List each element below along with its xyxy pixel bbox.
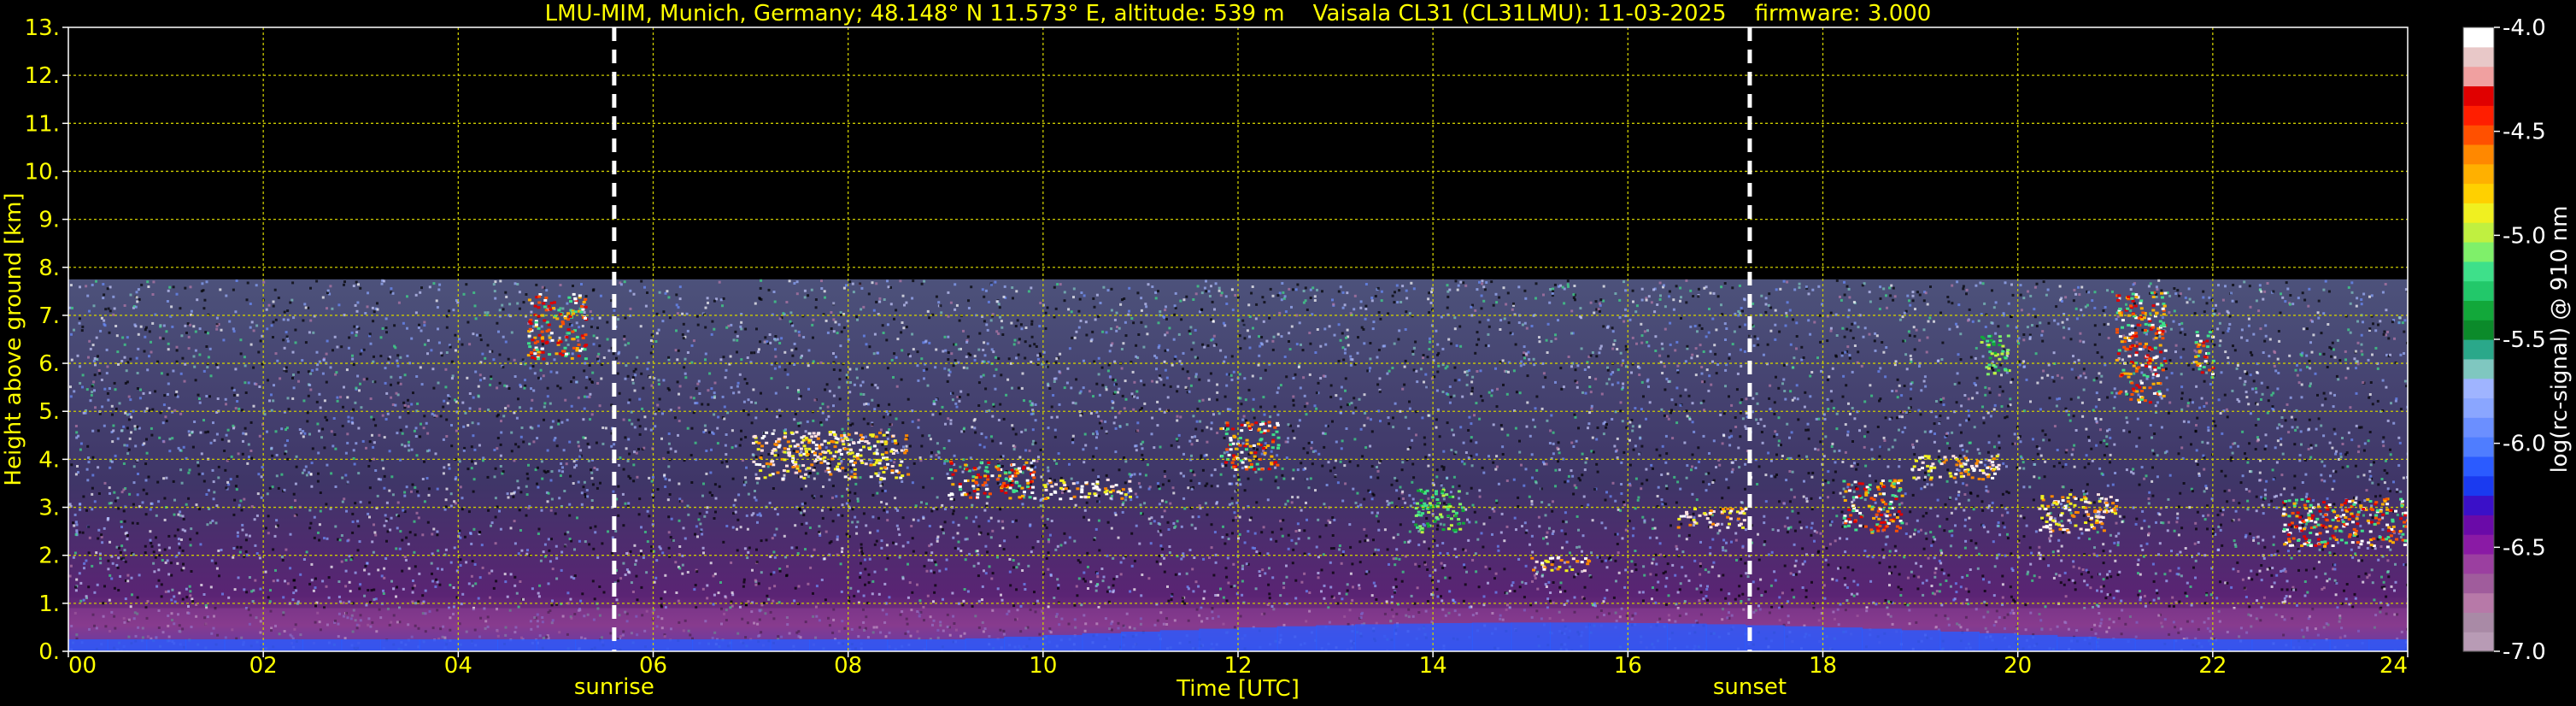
x-tick-label: 12 — [1223, 653, 1252, 679]
colorbar-label: log(rc-signal) @ 910 nm — [2547, 206, 2573, 474]
x-tick-label: 18 — [1809, 653, 1837, 679]
colorbar-tick-label: -7.0 — [2503, 639, 2546, 665]
colorbar-swatch — [2463, 85, 2494, 106]
colorbar-swatch — [2463, 515, 2494, 535]
y-tick-label: 3. — [38, 496, 60, 521]
colorbar-swatch — [2463, 203, 2494, 223]
x-tick-label: 00 — [68, 653, 97, 679]
colorbar-swatch — [2463, 222, 2494, 243]
colorbar-swatch — [2463, 163, 2494, 185]
x-tick-label: 16 — [1614, 653, 1642, 679]
colorbar-swatch — [2463, 592, 2494, 613]
x-tick-label: 10 — [1029, 653, 1057, 679]
y-tick-label: 8. — [38, 256, 60, 281]
y-tick-label: 1. — [38, 591, 60, 617]
colorbar-swatch — [2463, 534, 2494, 555]
colorbar-swatch — [2463, 475, 2494, 497]
y-tick-label: 10. — [25, 159, 60, 185]
colorbar-swatch — [2463, 456, 2494, 477]
colorbar-swatch — [2463, 144, 2494, 165]
colorbar-swatch — [2463, 66, 2494, 87]
colorbar-tick-label: -5.0 — [2503, 223, 2546, 249]
colorbar-tick-label: -5.5 — [2503, 327, 2546, 353]
y-tick-label: 11. — [25, 111, 60, 137]
colorbar-swatch — [2463, 261, 2494, 282]
y-tick-label: 9. — [38, 208, 60, 233]
colorbar-swatches — [2463, 27, 2494, 652]
sunset-label: sunset — [1713, 674, 1787, 700]
colorbar-swatch — [2463, 437, 2494, 457]
y-tick-labels: 0. 1. 2. 3. 4. 5. 6. 7. 8. 9. 10. 11. 12. 13. — [25, 15, 68, 665]
x-tick-label: 04 — [444, 653, 472, 679]
y-tick-label: 2. — [38, 544, 60, 569]
colorbar-tick-label: -6.0 — [2503, 432, 2546, 457]
colorbar-swatch — [2463, 612, 2494, 632]
y-tick-label: 12. — [25, 63, 60, 89]
x-tick-label: 08 — [834, 653, 862, 679]
y-tick-label: 4. — [38, 447, 60, 473]
colorbar-swatch — [2463, 241, 2494, 262]
y-tick-label: 5. — [38, 399, 60, 425]
x-tick-label: 24 — [2379, 653, 2408, 679]
x-tick-label: 22 — [2198, 653, 2227, 679]
x-axis-label: Time [UTC] — [1176, 676, 1300, 702]
y-axis-label: Height above ground [km] — [1, 192, 26, 485]
colorbar-swatch — [2463, 339, 2494, 360]
y-tick-label: 6. — [38, 351, 60, 377]
colorbar-swatch — [2463, 300, 2494, 321]
colorbar-swatch — [2463, 105, 2494, 126]
colorbar-tick-labels: -4.0 -4.5 -5.0 -5.5 -6.0 -6.5 -7.0 — [2494, 15, 2546, 665]
colorbar-swatch — [2463, 280, 2494, 301]
colorbar-swatch — [2463, 27, 2494, 48]
x-tick-label: 02 — [249, 653, 278, 679]
y-tick-label: 13. — [25, 15, 60, 41]
x-tick-label: 20 — [2004, 653, 2032, 679]
colorbar-swatch — [2463, 632, 2494, 652]
colorbar-swatch — [2463, 125, 2494, 145]
ceilometer-chart: sunrise sunset 0.1.2.3.4.5.6.7.8.9.10.11.… — [1, 1, 2573, 702]
x-tick-label: 06 — [639, 653, 667, 679]
colorbar-swatch — [2463, 378, 2494, 399]
y-tick-label: 0. — [38, 639, 60, 665]
chart-title: LMU-MIM, Munich, Germany; 48.148° N 11.5… — [545, 1, 1932, 26]
colorbar-tick-label: -4.5 — [2503, 120, 2546, 145]
x-tick-labels: 00 02 04 06 08 10 12 14 16 18 20 22 24 — [67, 651, 2409, 679]
x-tick-label: 14 — [1419, 653, 1447, 679]
colorbar-swatch — [2463, 495, 2494, 515]
colorbar-swatch — [2463, 397, 2494, 418]
colorbar-swatch — [2463, 320, 2494, 340]
colorbar-swatch — [2463, 183, 2494, 203]
colorbar-tick-label: -6.5 — [2503, 535, 2546, 561]
colorbar: -4.0 -4.5 -5.0 -5.5 -6.0 -6.5 -7.0 log(rc-sign… — [2462, 15, 2573, 665]
colorbar-swatch — [2463, 573, 2494, 594]
colorbar-swatch — [2463, 46, 2494, 68]
colorbar-swatch — [2463, 417, 2494, 438]
colorbar-swatch — [2463, 358, 2494, 379]
colorbar-swatch — [2463, 553, 2494, 574]
backscatter-signal-layer — [68, 279, 2408, 651]
colorbar-tick-label: -4.0 — [2503, 15, 2546, 41]
y-tick-label: 7. — [38, 303, 60, 329]
